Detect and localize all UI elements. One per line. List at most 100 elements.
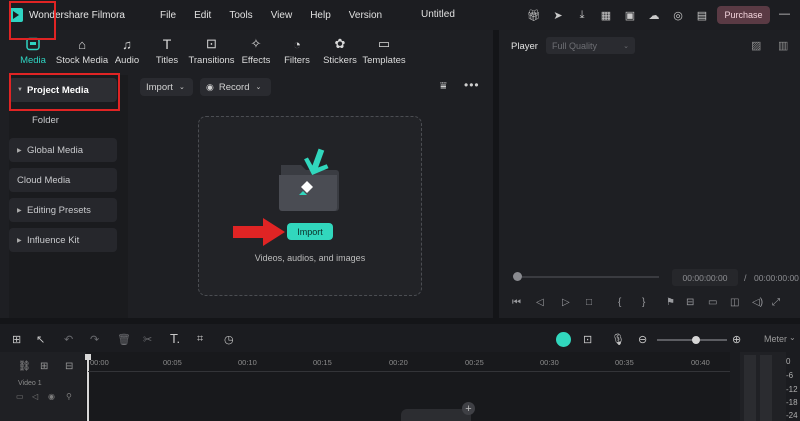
menu-bar: File Edit Tools View Help Version [151, 10, 391, 21]
sidebar-item-folder[interactable]: Folder [9, 108, 117, 132]
fullscreen-icon[interactable]: ⤢ [772, 297, 786, 308]
image-view-icon[interactable]: ▨ [751, 39, 761, 52]
ai-assistant-icon[interactable] [556, 332, 571, 347]
tab-label: Audio [114, 55, 140, 66]
render-icon[interactable]: ▭ [708, 297, 730, 308]
record-dropdown[interactable]: ◉ Record ⌄ [200, 78, 271, 96]
playhead[interactable] [87, 356, 89, 421]
scrubber-handle[interactable] [513, 272, 522, 281]
play-reverse-icon[interactable]: ◁ [536, 297, 562, 308]
ruler-label: 00:00 [90, 358, 109, 367]
sidebar-item-influence-kit[interactable]: ▶ Influence Kit [9, 228, 117, 252]
stop-icon[interactable]: □ [586, 297, 618, 308]
mark-out-icon[interactable]: } [642, 297, 666, 308]
total-time: 00:00:00:00 [754, 273, 799, 283]
meter-tick: -6 [786, 371, 794, 380]
grid-icon[interactable]: ▦ [598, 7, 614, 23]
sidebar-item-editing-presets[interactable]: ▶ Editing Presets [9, 198, 117, 222]
current-time-field[interactable]: 00:00:00:00 [672, 269, 738, 286]
tab-label: Transitions [188, 55, 235, 66]
sidebar-layout-icon[interactable]: ▥ [778, 39, 788, 52]
headset-icon[interactable]: ◎ [670, 7, 686, 23]
track-settings-icon[interactable]: ⊟ [65, 361, 73, 372]
scissors-icon[interactable]: ✂ [143, 333, 152, 346]
crop-icon[interactable]: ⌗ [197, 333, 203, 346]
tab-titles[interactable]: T Titles [147, 30, 187, 70]
playback-progress-bar[interactable] [522, 276, 659, 278]
tab-effects[interactable]: ✧ Effects [236, 30, 276, 70]
chevron-down-icon[interactable]: ⌄ [789, 333, 796, 342]
tab-label: Templates [362, 55, 406, 66]
ruler-label: 00:25 [465, 358, 484, 367]
zoom-out-icon[interactable]: ⊖ [638, 333, 647, 346]
sidebar-item-cloud-media[interactable]: Cloud Media [9, 168, 117, 192]
lock-icon[interactable]: ⚲ [66, 392, 82, 401]
save-icon[interactable]: ▣ [622, 7, 638, 23]
menu-tools[interactable]: Tools [220, 10, 261, 21]
menu-view[interactable]: View [262, 10, 302, 21]
tab-filters[interactable]: ◔ Filters [276, 30, 318, 70]
tab-transitions[interactable]: ⊡ Transitions [187, 30, 236, 70]
import-button[interactable]: Import [287, 223, 333, 240]
media-sidebar: ▼ Project Media Folder ▶ Global Media Cl… [9, 75, 128, 318]
filter-sort-icon[interactable]: ⩸ [440, 80, 447, 93]
ruler-label: 00:15 [313, 358, 332, 367]
minimize-icon[interactable]: — [779, 8, 790, 20]
delete-icon[interactable]: 🗑︎ [117, 333, 131, 346]
add-track-icon[interactable]: ⊞ [40, 361, 48, 372]
tab-label: Media [20, 55, 46, 66]
link-icon[interactable]: ⛓ [18, 361, 31, 372]
send-icon[interactable]: ➤ [550, 7, 566, 23]
tab-stock-media[interactable]: ⌂ Stock Media [55, 30, 109, 70]
mark-in-icon[interactable]: { [618, 297, 642, 308]
sidebar-item-label: Editing Presets [27, 204, 91, 216]
menu-help[interactable]: Help [301, 10, 340, 21]
tab-label: Stock Media [55, 55, 109, 66]
tab-stickers[interactable]: ✿ Stickers [318, 30, 362, 70]
cloud-upload-icon[interactable]: ☁ [646, 7, 662, 23]
tab-audio[interactable]: ♫ Audio [107, 30, 147, 70]
zoom-slider-handle[interactable] [692, 336, 700, 344]
audio-mute-icon[interactable]: ◁ [32, 392, 48, 401]
redo-icon[interactable]: ↷ [90, 333, 99, 346]
select-pointer-icon[interactable]: ↖ [36, 333, 45, 346]
download-icon[interactable]: ⤓ [574, 7, 590, 23]
microphone-icon[interactable]: 🎙︎ [611, 333, 625, 346]
zoom-in-icon[interactable]: ⊕ [732, 333, 741, 346]
marker-icon[interactable]: ⚑ [666, 297, 686, 308]
meter-label: Meter [764, 334, 788, 344]
tab-templates[interactable]: ▭ Templates [362, 30, 406, 70]
add-clip-icon[interactable]: + [462, 402, 475, 415]
ruler-label: 00:40 [691, 358, 710, 367]
sparkle-icon: ✧ [250, 36, 262, 51]
meter-tick: -18 [786, 398, 798, 407]
layout-icon[interactable]: ▤ [694, 7, 710, 23]
quality-dropdown[interactable]: Full Quality ⌄ [546, 37, 635, 54]
layout-grid-icon[interactable]: ⊞ [12, 333, 21, 346]
folder-icon[interactable]: ▭ [16, 392, 32, 401]
snapshot-icon[interactable]: ◫ [730, 297, 752, 308]
play-icon[interactable]: ▷ [562, 297, 586, 308]
menu-file[interactable]: File [151, 10, 185, 21]
menu-version[interactable]: Version [340, 10, 391, 21]
player-controls: ⏮︎ ◁ ▷ □ { } ⚑ ⊟ ▭ ◫ ◁) ⤢ [512, 297, 786, 308]
eye-icon[interactable]: ◉ [48, 392, 66, 401]
camera-icon[interactable]: ⊡ [583, 333, 592, 346]
sidebar-item-label: Folder [32, 114, 59, 126]
titlebar-icons: 🎁︎ ➤ ⤓ ▦ ▣ ☁ ◎ ▤ [526, 7, 718, 23]
quality-settings-icon[interactable]: ⊟ [686, 297, 708, 308]
folder-import-icon [277, 147, 341, 216]
import-dropdown[interactable]: Import ⌄ [140, 78, 193, 96]
gift-icon[interactable]: 🎁︎ [526, 7, 542, 23]
more-options-icon[interactable]: ••• [464, 78, 480, 92]
purchase-button[interactable]: Purchase [717, 6, 770, 24]
volume-icon[interactable]: ◁) [752, 297, 772, 308]
undo-icon[interactable]: ↶ [64, 333, 73, 346]
text-icon[interactable]: T. [170, 331, 180, 346]
previous-frame-icon[interactable]: ⏮︎ [512, 297, 536, 308]
meter-tick: -24 [786, 411, 798, 420]
ruler-label: 00:05 [163, 358, 182, 367]
speed-icon[interactable]: ◷ [224, 333, 234, 346]
menu-edit[interactable]: Edit [185, 10, 220, 21]
sidebar-item-global-media[interactable]: ▶ Global Media [9, 138, 117, 162]
